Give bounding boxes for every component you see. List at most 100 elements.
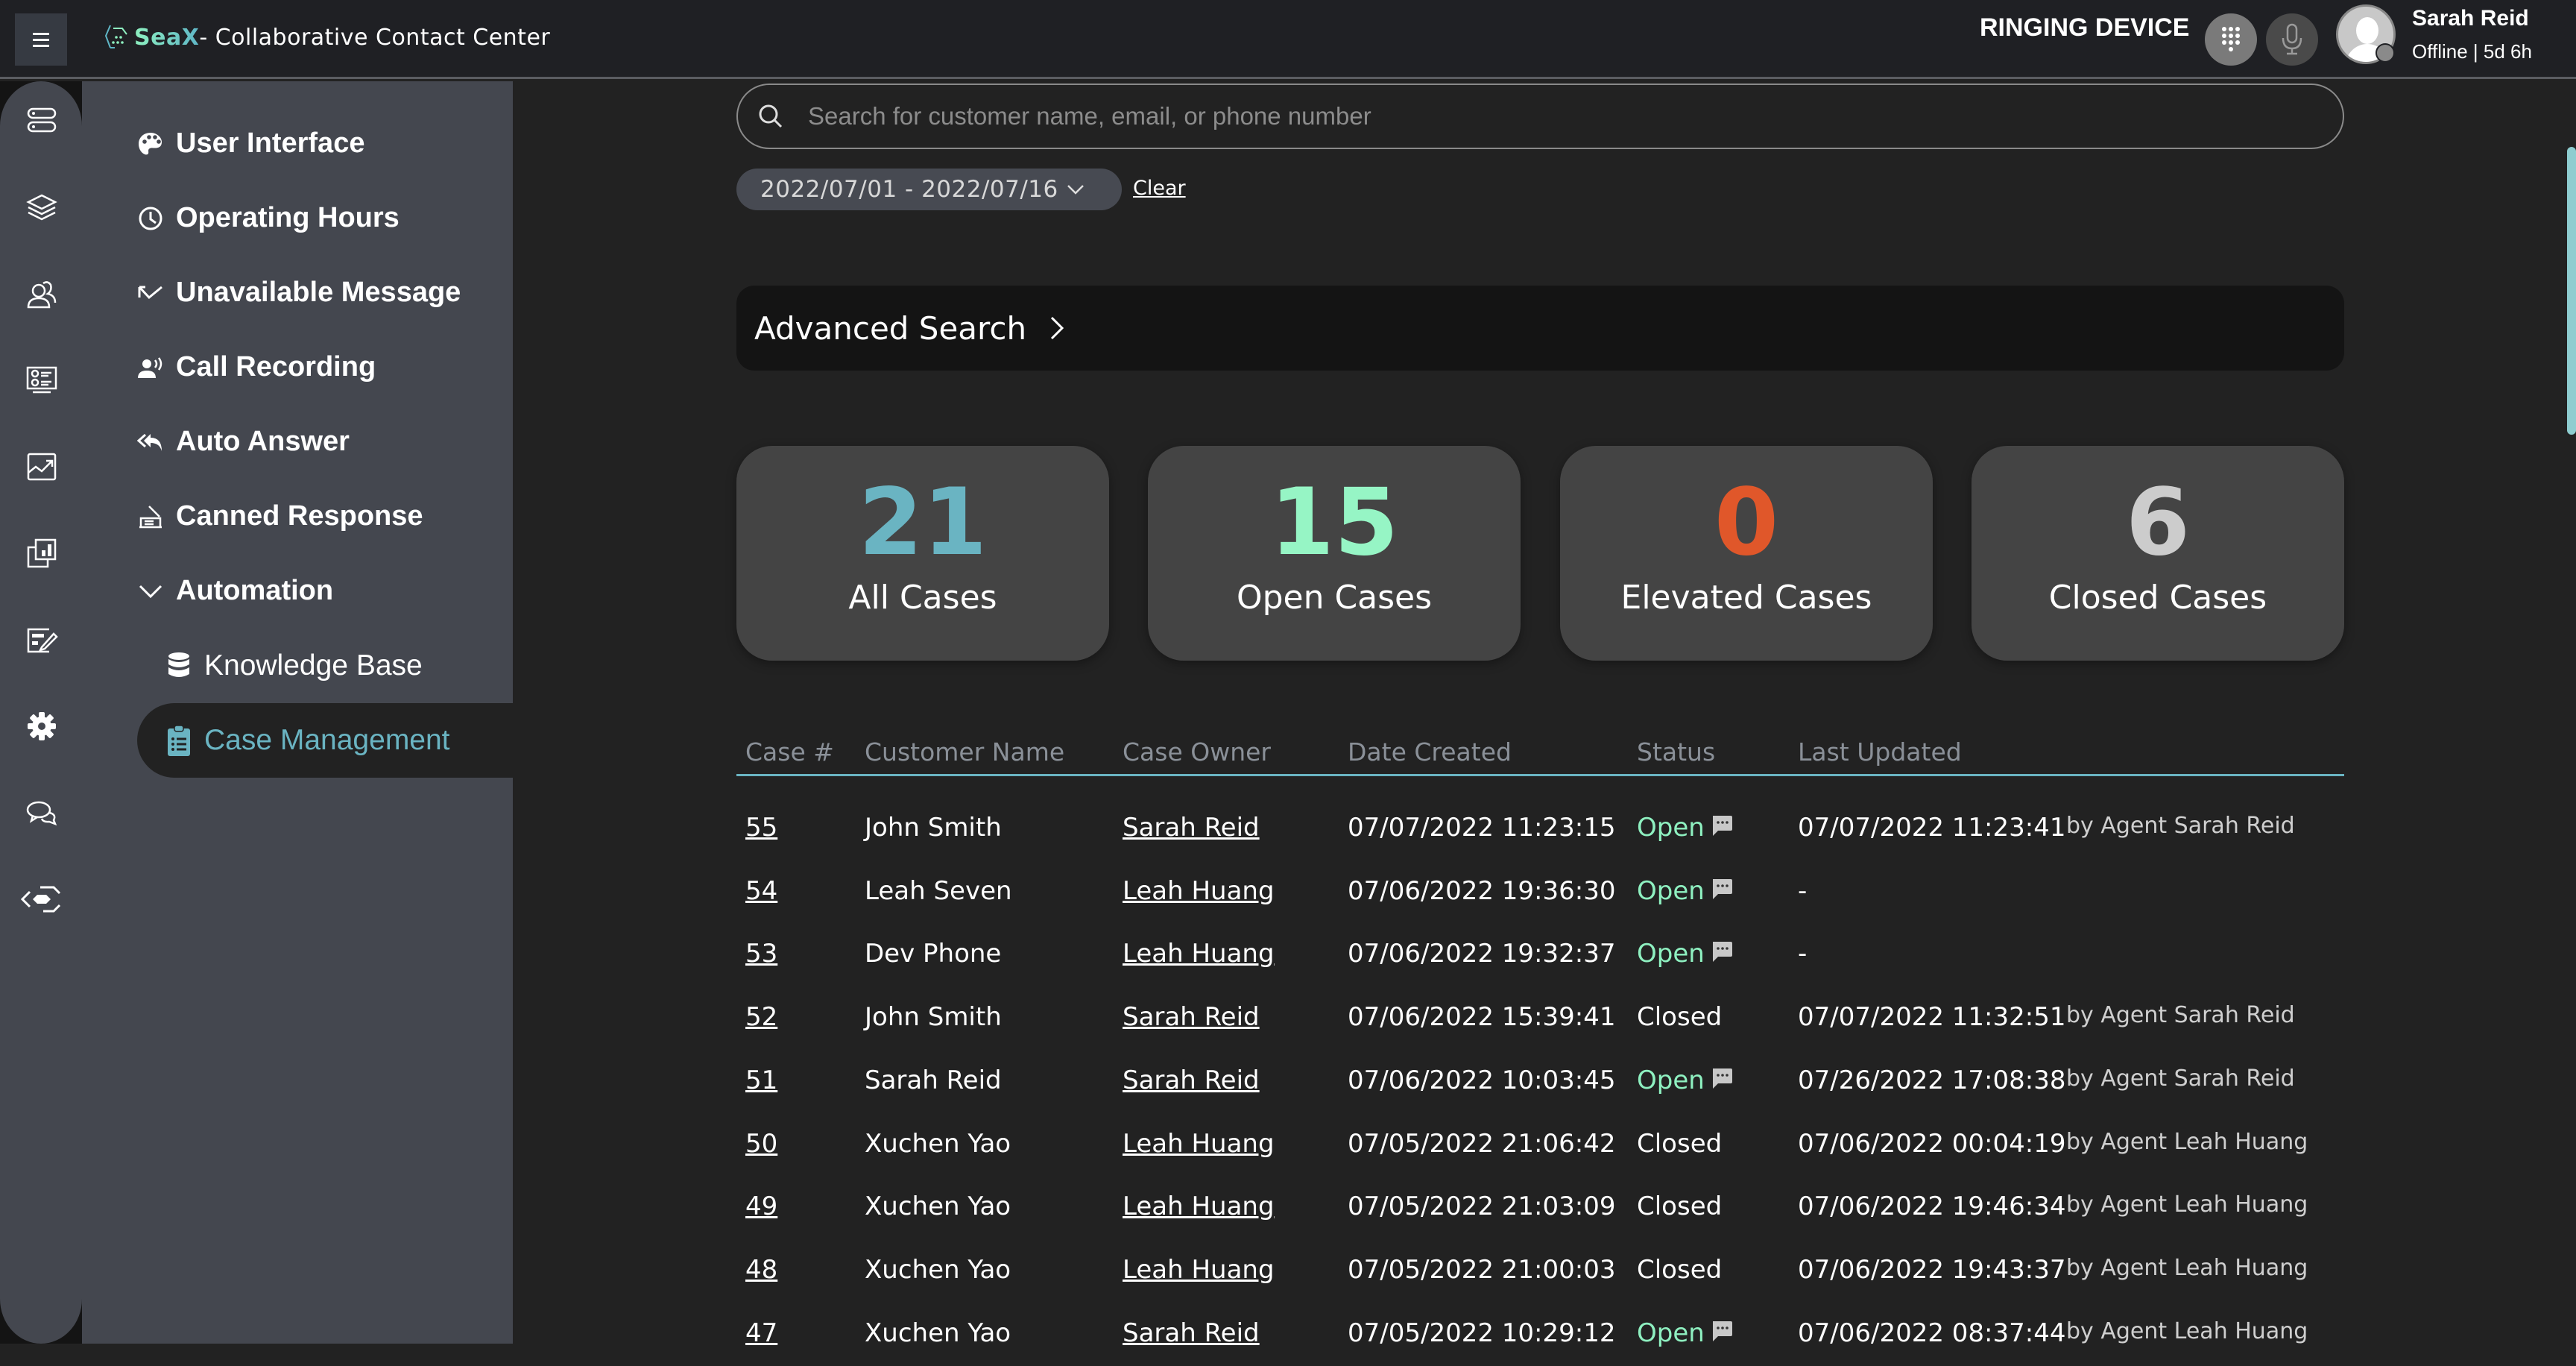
header-case-number[interactable]: Case # (745, 737, 834, 767)
case-number-link[interactable]: 55 (745, 813, 777, 843)
case-owner-link[interactable]: Sarah Reid (1123, 1002, 1260, 1032)
table-row[interactable]: 53 Dev Phone Leah Huang 07/06/2022 19:32:37… (736, 924, 2344, 986)
sidebar-item-unavailable-message[interactable]: Unavailable Message (136, 277, 461, 309)
reports-icon[interactable] (25, 536, 59, 570)
case-number-link[interactable]: 48 (745, 1255, 777, 1285)
status-cell: Open (1637, 876, 1733, 906)
status-cell: Open (1637, 813, 1733, 843)
card-label: Open Cases (1236, 579, 1433, 617)
date-created: 07/07/2022 11:23:15 (1348, 813, 1616, 843)
microphone-button[interactable] (2266, 13, 2318, 66)
updated-by: by Agent Leah Huang (2066, 1318, 2308, 1344)
typewriter-icon (136, 502, 165, 532)
card-label: Closed Cases (2048, 579, 2267, 617)
last-updated: 07/26/2022 17:08:38 (1798, 1065, 2066, 1095)
sidebar-item-automation[interactable]: Automation (136, 575, 333, 607)
device-status: RINGING DEVICE (1980, 13, 2190, 42)
trend-chart-icon[interactable] (25, 450, 59, 484)
header-status[interactable]: Status (1637, 737, 1715, 767)
case-owner-link[interactable]: Leah Huang (1123, 1255, 1275, 1285)
table-row[interactable]: 50 Xuchen Yao Leah Huang 07/05/2022 21:06:4… (736, 1114, 2344, 1177)
table-row[interactable]: 47 Xuchen Yao Sarah Reid 07/05/2022 10:29:1… (736, 1303, 2344, 1366)
sidebar-item-call-recording[interactable]: Call Recording (136, 351, 376, 383)
dialpad-button[interactable] (2205, 13, 2257, 66)
sidebar-item-auto-answer[interactable]: Auto Answer (136, 426, 350, 458)
card-count: 0 (1714, 469, 1779, 576)
sidebar-item-canned-response[interactable]: Canned Response (136, 500, 423, 532)
card-open-cases[interactable]: 15 Open Cases (1148, 446, 1521, 661)
case-number-link[interactable]: 51 (745, 1066, 777, 1095)
case-number-link[interactable]: 49 (745, 1192, 777, 1221)
table-row[interactable]: 54 Leah Seven Leah Huang 07/06/2022 19:36:3… (736, 861, 2344, 924)
sidebar-item-case-management[interactable]: Case Management (164, 724, 450, 757)
users-icon[interactable] (25, 277, 59, 311)
sidebar-item-operating-hours[interactable]: Operating Hours (136, 202, 400, 234)
case-owner-link[interactable]: Sarah Reid (1123, 1066, 1260, 1095)
sidebar-item-label: Knowledge Base (204, 649, 423, 682)
servers-icon[interactable] (25, 104, 59, 138)
scrollbar-thumb[interactable] (2567, 147, 2576, 435)
updated-by: by Agent Sarah Reid (2066, 813, 2295, 839)
table-row[interactable]: 49 Xuchen Yao Leah Huang 07/05/2022 21:03:0… (736, 1177, 2344, 1239)
brand-name: SeaX (134, 24, 200, 51)
advanced-search-toggle[interactable]: Advanced Search (736, 286, 2344, 371)
case-owner-link[interactable]: Leah Huang (1123, 1129, 1275, 1159)
header-last-updated[interactable]: Last Updated (1798, 737, 1962, 767)
table-row[interactable]: 55 John Smith Sarah Reid 07/07/2022 11:23:1… (736, 798, 2344, 860)
sidebar-item-label: Automation (176, 575, 334, 606)
sidebar-item-knowledge-base[interactable]: Knowledge Base (164, 649, 423, 682)
card-all-cases[interactable]: 21 All Cases (736, 446, 1109, 661)
chat-message-icon[interactable] (1711, 814, 1733, 837)
clear-date-link[interactable]: Clear (1133, 177, 1186, 200)
card-elevated-cases[interactable]: 0 Elevated Cases (1560, 446, 1933, 661)
chat-message-icon[interactable] (1711, 1320, 1733, 1342)
chat-message-icon[interactable] (1711, 878, 1733, 900)
case-owner-link[interactable]: Sarah Reid (1123, 813, 1260, 843)
case-number-link[interactable]: 54 (745, 876, 777, 906)
table-row[interactable]: 51 Sarah Reid Sarah Reid 07/06/2022 10:03:4… (736, 1051, 2344, 1113)
case-number-link[interactable]: 53 (745, 939, 777, 969)
last-updated: - (1798, 875, 1808, 906)
chat-bubbles-icon[interactable] (25, 796, 59, 830)
header-date-created[interactable]: Date Created (1348, 737, 1512, 767)
status-cell: Closed (1637, 1255, 1722, 1285)
integration-icon[interactable] (21, 882, 63, 916)
menu-button[interactable] (15, 13, 67, 66)
customer-name: John Smith (865, 1002, 1002, 1033)
clock-icon (136, 204, 165, 233)
layers-icon[interactable] (25, 190, 59, 224)
date-created: 07/06/2022 10:03:45 (1348, 1065, 1616, 1095)
case-owner-link[interactable]: Leah Huang (1123, 876, 1275, 906)
case-owner-link[interactable]: Leah Huang (1123, 1192, 1275, 1221)
card-count: 6 (2125, 469, 2191, 576)
date-created: 07/06/2022 19:36:30 (1348, 875, 1616, 906)
table-row[interactable]: 48 Xuchen Yao Leah Huang 07/05/2022 21:00:0… (736, 1240, 2344, 1303)
header-case-owner[interactable]: Case Owner (1123, 737, 1271, 767)
date-created: 07/06/2022 15:39:41 (1348, 1002, 1616, 1033)
gear-icon[interactable] (25, 709, 59, 743)
voice-user-icon (136, 353, 165, 383)
card-closed-cases[interactable]: 6 Closed Cases (1972, 446, 2344, 661)
date-range-picker[interactable]: 2022/07/01 - 2022/07/16 (736, 169, 1122, 210)
form-edit-icon[interactable] (25, 623, 59, 657)
hamburger-icon (33, 38, 49, 41)
date-created: 07/05/2022 21:03:09 (1348, 1192, 1616, 1222)
customer-name: Sarah Reid (865, 1065, 1002, 1095)
table-row[interactable]: 52 John Smith Sarah Reid 07/06/2022 15:39:4… (736, 987, 2344, 1050)
search-input[interactable] (808, 102, 2224, 130)
chat-message-icon[interactable] (1711, 1067, 1733, 1089)
status-badge: Closed (1637, 1002, 1723, 1033)
presence-indicator (2375, 43, 2395, 63)
case-owner-link[interactable]: Leah Huang (1123, 939, 1275, 969)
last-updated: 07/07/2022 11:23:41 (1798, 813, 2066, 843)
contact-card-icon[interactable] (25, 363, 59, 397)
updated-by: by Agent Sarah Reid (2066, 1065, 2295, 1092)
user-name: Sarah Reid (2412, 6, 2529, 31)
sidebar-item-user-interface[interactable]: User Interface (136, 128, 364, 160)
status-badge: Closed (1637, 1192, 1723, 1222)
header-customer-name[interactable]: Customer Name (865, 737, 1064, 767)
case-number-link[interactable]: 52 (745, 1002, 777, 1032)
search-field[interactable] (736, 84, 2344, 149)
chat-message-icon[interactable] (1711, 940, 1733, 963)
case-number-link[interactable]: 50 (745, 1129, 777, 1159)
